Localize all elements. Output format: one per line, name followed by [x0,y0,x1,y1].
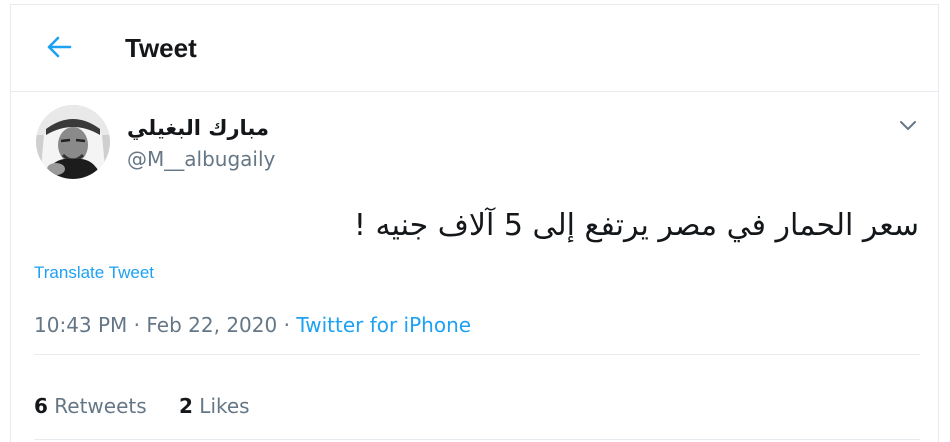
author-handle[interactable]: @M__albugaily [127,146,275,172]
likes-stat[interactable]: 2 Likes [179,392,250,420]
chevron-down-icon [899,117,917,136]
likes-label: Likes [199,394,250,418]
retweets-label: Retweets [54,394,147,418]
likes-count: 2 [179,394,193,418]
tweet-stats: 6 Retweets 2 Likes [34,392,276,420]
page-header: Tweet [11,5,938,92]
back-button[interactable] [43,33,75,65]
tweet-time[interactable]: 10:43 PM [34,313,127,337]
divider [34,354,920,355]
tweet-metadata: 10:43 PM · Feb 22, 2020 · Twitter for iP… [34,311,471,339]
tweet-date[interactable]: Feb 22, 2020 [146,313,277,337]
retweets-count: 6 [34,394,48,418]
meta-separator: · [133,313,141,337]
retweets-stat[interactable]: 6 Retweets [34,392,147,420]
translate-tweet-link[interactable]: Translate Tweet [34,263,154,283]
more-options-button[interactable] [894,112,922,140]
author-display-name[interactable]: مبارك البغيلي [127,114,269,142]
tweet-text: سعر الحمار في مصر يرتفع إلى 5 آلاف جنيه … [353,208,919,243]
page-title: Tweet [125,33,197,63]
arrow-left-icon [46,36,72,62]
tweet-page: Tweet مبارك البغيلي @M__albugaily سعر ال… [10,4,939,442]
avatar[interactable] [36,105,110,179]
divider [34,439,920,440]
meta-separator: · [283,313,290,337]
tweet-source-link[interactable]: Twitter for iPhone [296,313,471,337]
